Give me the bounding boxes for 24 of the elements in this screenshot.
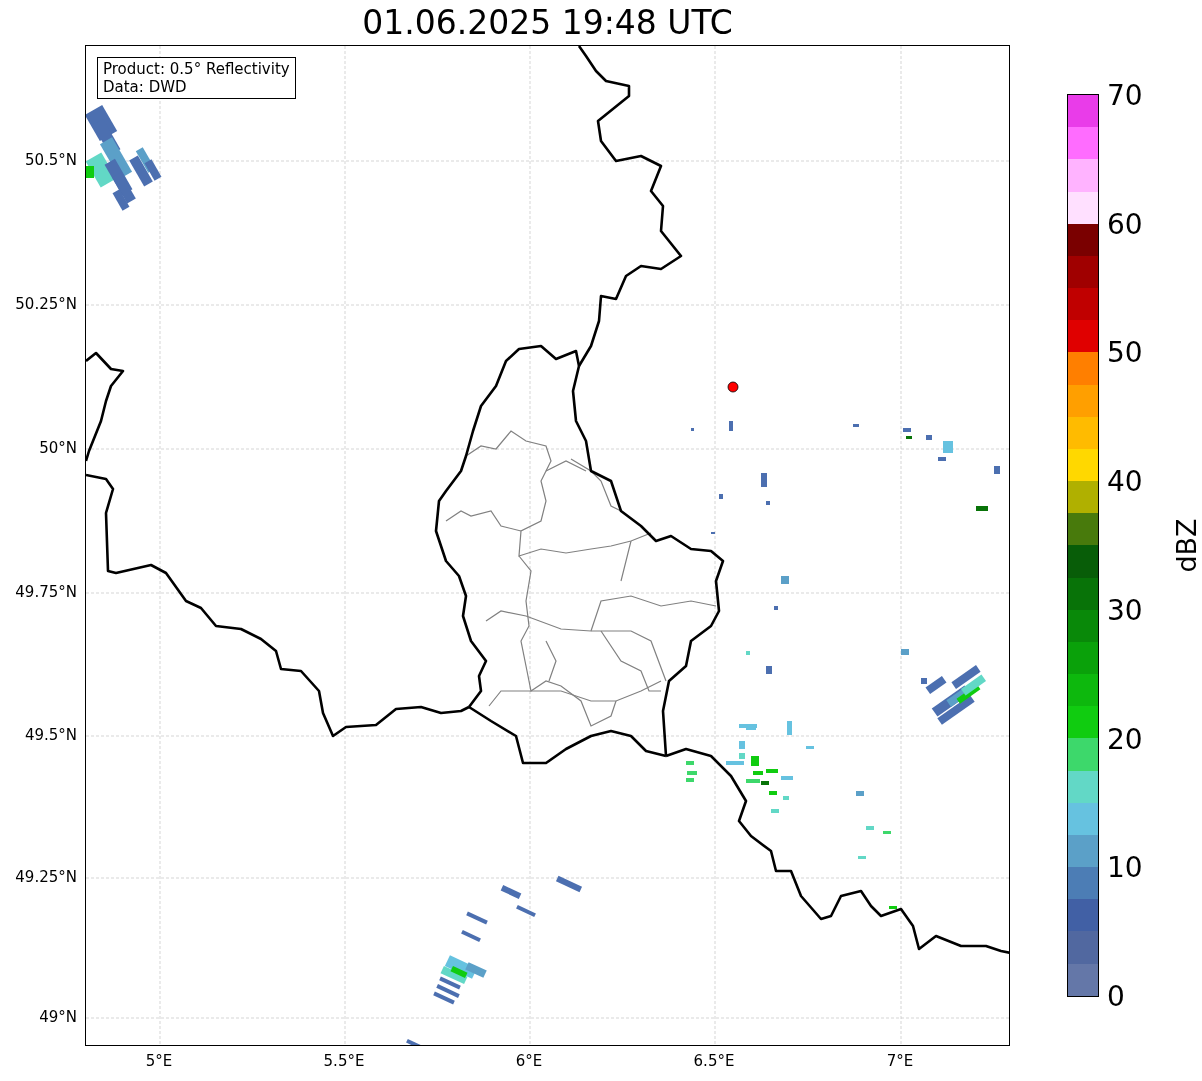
colorbar-tick-label: 10 <box>1107 850 1143 884</box>
colorbar-tick-label: 20 <box>1107 722 1143 756</box>
x-axis-label: 5°E <box>145 1052 173 1070</box>
y-axis-label: 49.75°N <box>15 583 77 601</box>
y-axis-label: 50°N <box>39 439 77 457</box>
chart-title: 01.06.2025 19:48 UTC <box>361 2 734 44</box>
info-text: Data: DWD <box>103 78 188 96</box>
y-axis-label: 49°N <box>39 1008 77 1026</box>
y-axis-label: 49.5°N <box>24 726 77 744</box>
x-axis-label: 5.5°E <box>323 1052 365 1070</box>
x-axis-label: 7°E <box>886 1052 914 1070</box>
x-axis-label: 6°E <box>515 1052 543 1070</box>
y-axis-label: 50.25°N <box>15 295 77 313</box>
colorbar-tick-label: 70 <box>1107 78 1143 112</box>
y-axis-label: 49.25°N <box>15 868 77 886</box>
colorbar-tick-label: 60 <box>1107 207 1143 241</box>
x-axis-label: 6.5°E <box>693 1052 735 1070</box>
info-text: Product: 0.5° Reflectivity <box>103 60 290 78</box>
colorbar-tick-label: 50 <box>1107 335 1143 369</box>
colorbar-tick-label: 40 <box>1107 464 1143 498</box>
y-axis-label: 50.5°N <box>24 151 77 169</box>
colorbar-tick-label: 30 <box>1107 593 1143 627</box>
colorbar-label: dBZ <box>1170 518 1202 573</box>
colorbar-tick-label: 0 <box>1107 979 1125 1013</box>
